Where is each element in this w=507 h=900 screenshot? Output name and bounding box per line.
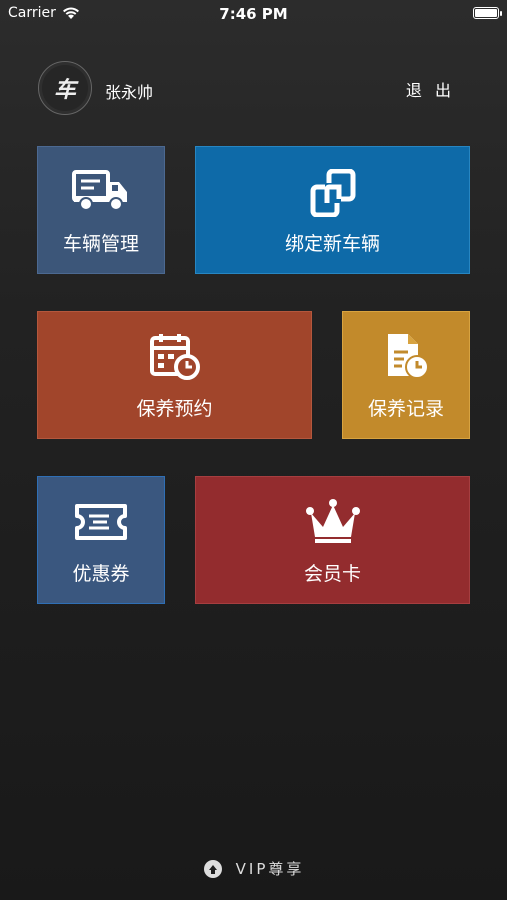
clock-time: 7:46 PM [219,5,288,23]
truck-icon [72,170,127,211]
status-bar: Carrier 7:46 PM [0,0,507,28]
tile-label: 绑定新车辆 [284,233,380,255]
document-clock-icon [388,334,429,379]
maintenance-appointment-tile[interactable]: 保养预约 [37,311,312,439]
coupons-tile[interactable]: 优惠券 [37,476,165,604]
bind-vehicle-tile[interactable]: 绑定新车辆 [195,146,470,274]
maintenance-records-tile[interactable]: 保养记录 [342,311,470,439]
battery-icon [473,7,502,19]
link-icon [310,169,355,217]
crown-icon [305,499,360,543]
tile-label: 车辆管理 [62,233,139,255]
tile-label: 优惠券 [72,563,130,585]
footer-brand: VIP尊享 [0,858,507,879]
car-logo-icon: 车 [53,78,76,103]
membership-card-tile[interactable]: 会员卡 [195,476,470,604]
logout-button[interactable]: 退 出 [406,77,455,101]
vehicle-management-tile[interactable]: 车辆管理 [37,146,165,274]
vip-logo-icon [203,859,222,878]
tile-label: 会员卡 [303,563,361,585]
ticket-icon [75,504,127,540]
tile-label: 保养记录 [367,398,444,420]
battery-fill [475,9,497,17]
footer-text: VIP尊享 [235,860,305,878]
calendar-clock-icon [149,334,200,380]
tile-label: 保养预约 [136,398,213,420]
avatar[interactable]: 车 [38,61,92,115]
username: 张永帅 [105,83,154,102]
